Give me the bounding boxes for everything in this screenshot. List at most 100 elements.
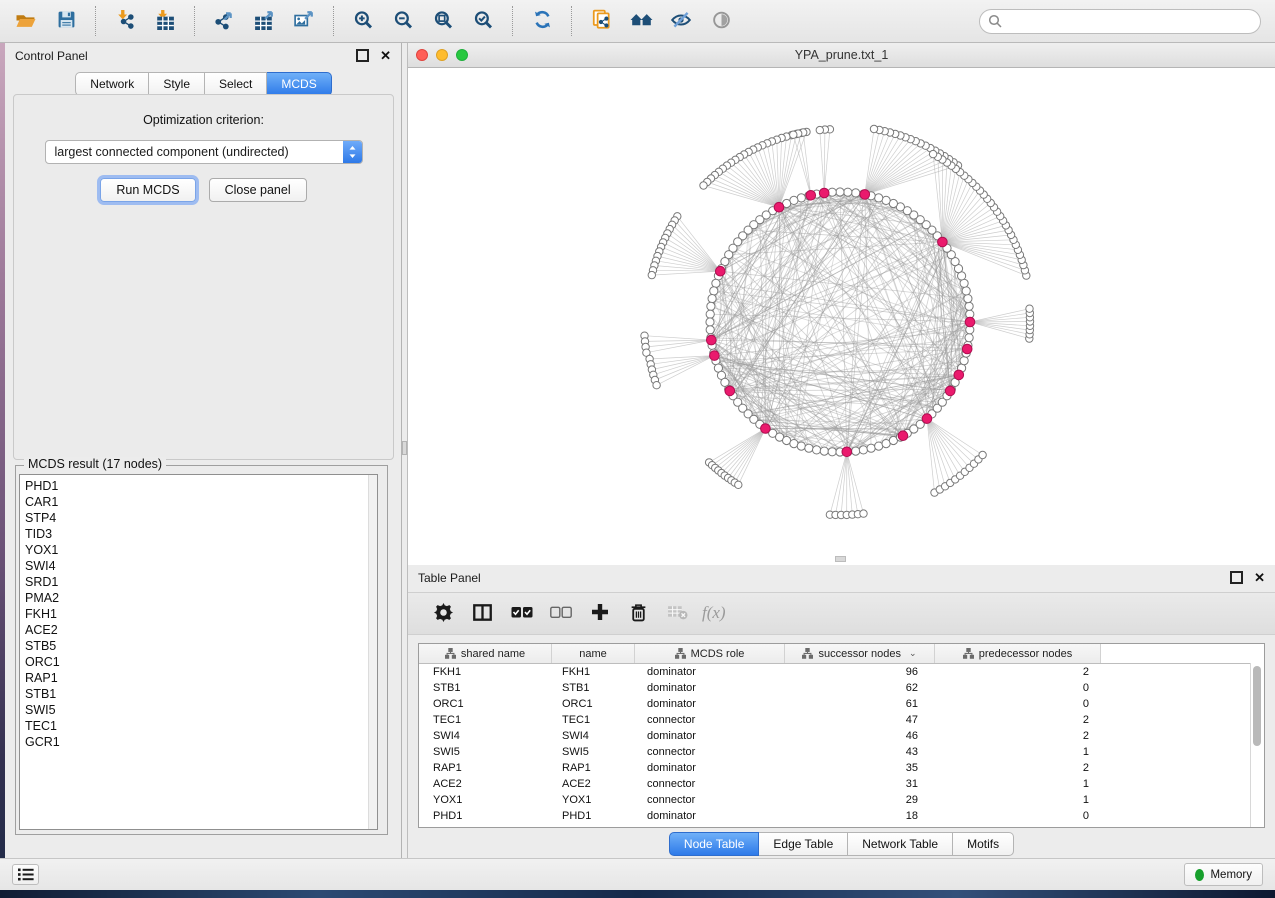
mcds-result-node[interactable]: STB1 <box>25 686 377 702</box>
mcds-result-node[interactable]: YOX1 <box>25 542 377 558</box>
mcds-node[interactable] <box>842 447 852 457</box>
tab-network[interactable]: Network <box>75 72 149 96</box>
network-node[interactable] <box>710 287 718 295</box>
run-mcds-button[interactable]: Run MCDS <box>100 178 195 202</box>
splitter-handle[interactable] <box>402 441 407 455</box>
network-node[interactable] <box>960 357 968 365</box>
tab-node-table[interactable]: Node Table <box>669 832 760 856</box>
export-image-button[interactable] <box>284 3 324 39</box>
network-node[interactable] <box>712 279 720 287</box>
show-graphics-details-button[interactable] <box>701 3 741 39</box>
show-columns-button[interactable] <box>463 597 502 631</box>
import-table-from-file-button[interactable] <box>145 3 185 39</box>
table-scrollbar[interactable] <box>1250 663 1264 827</box>
open-file-button[interactable] <box>6 3 46 39</box>
show-panels-button[interactable] <box>12 864 39 885</box>
close-panel-icon[interactable]: ✕ <box>380 51 391 61</box>
table-row[interactable]: YOX1YOX1connector291 <box>419 792 1264 808</box>
network-node[interactable] <box>707 302 715 310</box>
mcds-result-node[interactable]: GCR1 <box>25 734 377 750</box>
mcds-node[interactable] <box>761 424 771 434</box>
mcds-node[interactable] <box>922 414 932 424</box>
tab-network-table[interactable]: Network Table <box>848 832 953 856</box>
table-row[interactable]: TEC1TEC1connector472 <box>419 712 1264 728</box>
optimization-criterion-select[interactable]: largest connected component (undirected) <box>45 140 363 164</box>
network-node[interactable] <box>979 451 986 458</box>
tab-select[interactable]: Select <box>205 72 267 96</box>
table-row[interactable]: ORC1ORC1dominator610 <box>419 696 1264 712</box>
tab-motifs[interactable]: Motifs <box>953 832 1014 856</box>
mcds-node[interactable] <box>710 351 720 361</box>
column-header-successor-nodes[interactable]: successor nodes⌄ <box>785 644 935 663</box>
network-node[interactable] <box>852 189 860 197</box>
network-node[interactable] <box>836 188 844 196</box>
network-node[interactable] <box>962 287 970 295</box>
mcds-result-node[interactable]: SWI5 <box>25 702 377 718</box>
mcds-result-node[interactable]: TEC1 <box>25 718 377 734</box>
mcds-result-node[interactable]: TID3 <box>25 526 377 542</box>
network-node[interactable] <box>706 318 714 326</box>
import-network-from-file-button[interactable] <box>105 3 145 39</box>
zoom-fit-content-button[interactable] <box>423 3 463 39</box>
mcds-node[interactable] <box>965 317 975 327</box>
network-node[interactable] <box>828 448 836 456</box>
network-node[interactable] <box>875 194 883 202</box>
result-scrollbar-track[interactable] <box>368 475 377 829</box>
table-row[interactable]: SWI5SWI5connector431 <box>419 744 1264 760</box>
float-panel-icon[interactable] <box>356 49 369 62</box>
network-node[interactable] <box>867 444 875 452</box>
network-node[interactable] <box>929 150 936 157</box>
network-canvas[interactable] <box>408 68 1275 565</box>
save-session-button[interactable] <box>46 3 86 39</box>
network-node[interactable] <box>797 442 805 450</box>
mcds-node[interactable] <box>707 335 717 345</box>
tab-edge-table[interactable]: Edge Table <box>759 832 848 856</box>
create-column-button[interactable] <box>580 597 619 631</box>
network-node[interactable] <box>706 310 714 318</box>
network-node[interactable] <box>735 481 742 488</box>
mcds-node[interactable] <box>819 188 829 198</box>
mcds-node[interactable] <box>962 344 972 354</box>
mcds-result-node[interactable]: RAP1 <box>25 670 377 686</box>
mcds-result-node[interactable]: SWI4 <box>25 558 377 574</box>
mcds-result-node[interactable]: PHD1 <box>25 478 377 494</box>
mcds-node[interactable] <box>806 191 816 201</box>
zoom-selected-region-button[interactable] <box>463 3 503 39</box>
network-node[interactable] <box>700 182 707 189</box>
table-row[interactable]: STB1STB1dominator620 <box>419 680 1264 696</box>
close-panel-icon[interactable]: ✕ <box>1254 573 1265 583</box>
tab-mcds[interactable]: MCDS <box>267 72 331 96</box>
mcds-node[interactable] <box>954 370 964 380</box>
table-row[interactable]: FKH1FKH1dominator962 <box>419 664 1264 680</box>
search-box[interactable] <box>979 9 1261 34</box>
table-row[interactable]: SWI4SWI4dominator462 <box>419 728 1264 744</box>
network-node[interactable] <box>706 326 714 334</box>
table-scrollbar-thumb[interactable] <box>1253 666 1261 746</box>
mcds-node[interactable] <box>725 386 735 396</box>
network-node[interactable] <box>813 446 821 454</box>
network-node[interactable] <box>852 447 860 455</box>
mcds-result-list[interactable]: PHD1CAR1STP4TID3YOX1SWI4SRD1PMA2FKH1ACE2… <box>19 474 378 830</box>
memory-button[interactable]: Memory <box>1184 863 1263 886</box>
hide-graphics-details-button[interactable] <box>661 3 701 39</box>
mcds-node[interactable] <box>860 190 870 200</box>
network-node[interactable] <box>653 382 660 389</box>
network-node[interactable] <box>844 188 852 196</box>
zoom-in-button[interactable] <box>343 3 383 39</box>
network-window-titlebar[interactable]: YPA_prune.txt_1 <box>408 43 1275 68</box>
zoom-out-button[interactable] <box>383 3 423 39</box>
apply-preferred-layout-button[interactable] <box>522 3 562 39</box>
deselect-all-rows-button[interactable] <box>541 597 580 631</box>
mcds-result-node[interactable]: CAR1 <box>25 494 377 510</box>
tab-style[interactable]: Style <box>149 72 205 96</box>
network-node[interactable] <box>1026 305 1033 312</box>
search-input[interactable] <box>1008 13 1252 29</box>
first-neighbors-button[interactable] <box>621 3 661 39</box>
table-row[interactable]: PHD1PHD1dominator180 <box>419 808 1264 824</box>
mcds-result-node[interactable]: ORC1 <box>25 654 377 670</box>
network-node[interactable] <box>964 295 972 303</box>
mcds-result-node[interactable]: STP4 <box>25 510 377 526</box>
mcds-node[interactable] <box>898 431 908 441</box>
network-graph[interactable] <box>408 68 1275 565</box>
node-table[interactable]: shared namenameMCDS rolesuccessor nodes⌄… <box>418 643 1265 828</box>
